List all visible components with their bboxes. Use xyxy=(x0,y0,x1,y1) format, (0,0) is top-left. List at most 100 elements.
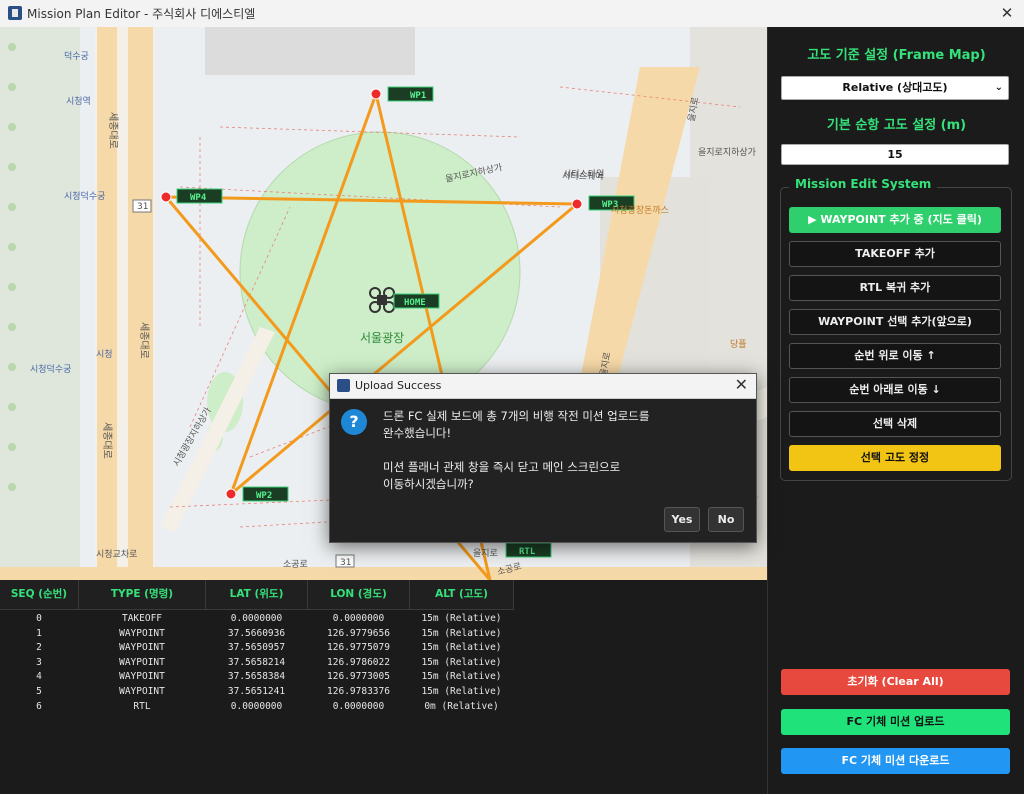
rtl-label: RTL xyxy=(519,547,536,557)
table-cell: WAYPOINT xyxy=(119,686,165,697)
dialog-title: Upload Success xyxy=(355,379,442,392)
table-cell: 6 xyxy=(36,700,42,712)
table-cell: 0.0000000 xyxy=(230,700,283,712)
table-cell: 37.5660936 xyxy=(227,627,286,639)
poi-city-hall-station: 시청역 xyxy=(66,96,91,107)
move-up-button[interactable]: 순번 위로 이동 ↑ xyxy=(789,343,1001,369)
poi-dangple: 당플 xyxy=(730,339,747,350)
cruise-alt-input[interactable]: 15 xyxy=(781,144,1009,165)
table-cell: 2 xyxy=(36,642,42,654)
table-cell: 3 xyxy=(36,656,42,668)
table-cell: 1 xyxy=(36,627,42,639)
road-number-31b: 31 xyxy=(340,558,351,568)
cruise-alt-title: 기본 순항 고도 설정 (m) xyxy=(826,118,967,133)
wp2-label: WP2 xyxy=(256,491,272,501)
road-number-31: 31 xyxy=(137,202,148,212)
table-cell: 15m (Relative) xyxy=(421,613,502,624)
table-row[interactable]: 4 WAYPOINT 37.5658384 126.9773005 15m (Relat… xyxy=(0,671,514,686)
dialog-titlebar: Upload Success ✕ xyxy=(330,374,756,399)
poi-restaurant: 시청광장돈까스 xyxy=(611,204,669,216)
table-cell: 0.0000000 xyxy=(332,700,385,712)
road-label-euljiro-mall-2: 을지로지하상가 xyxy=(698,147,756,158)
table-row[interactable]: 3 WAYPOINT 37.5658214 126.9786022 15m (Relat… xyxy=(0,657,514,672)
upload-success-dialog: Upload Success ✕ ? 드론 FC 실제 보드에 총 7개의 비행… xyxy=(329,373,757,543)
window-title: Mission Plan Editor - 주식회사 디에스티엘 xyxy=(27,7,256,21)
table-cell: WAYPOINT xyxy=(119,671,165,683)
table-cell: WAYPOINT xyxy=(119,656,165,668)
poi-city-style: 시티스타일 xyxy=(563,169,604,180)
table-cell: 15m (Relative) xyxy=(421,671,502,683)
dialog-app-icon xyxy=(337,379,350,392)
col-lat[interactable]: LAT (위도) xyxy=(206,580,308,610)
table-cell: 0.0000000 xyxy=(230,613,283,624)
road-label-sejong-3: 세종대로 xyxy=(101,422,113,459)
table-cell: 4 xyxy=(36,671,42,683)
add-rtl-button[interactable]: RTL 복귀 추가 xyxy=(789,275,1001,301)
table-cell: 126.9775079 xyxy=(327,642,390,654)
road-label-euljiro-3: 을지로 xyxy=(473,548,498,559)
table-cell: 0 xyxy=(36,613,42,624)
table-cell: WAYPOINT xyxy=(119,642,165,654)
insert-waypoint-button[interactable]: WAYPOINT 선택 추가(앞으로) xyxy=(789,309,1001,335)
table-cell: 0m (Relative) xyxy=(424,700,499,712)
alt-ref-title: 고도 기준 설정 (Frame Map) xyxy=(807,48,986,63)
table-row[interactable]: 1 WAYPOINT 37.5660936 126.9779656 15m (Relat… xyxy=(0,628,514,643)
table-cell: 37.5658384 xyxy=(227,671,286,683)
road-label-sogong: 소공로 xyxy=(283,559,308,570)
poi-deoksugung: 덕수궁 xyxy=(64,51,89,62)
table-cell: 15m (Relative) xyxy=(421,642,502,654)
table-cell: 15m (Relative) xyxy=(421,686,502,697)
yes-button[interactable]: Yes xyxy=(664,507,700,532)
table-cell: 126.9786022 xyxy=(327,656,390,668)
home-label: HOME xyxy=(404,298,426,308)
col-alt[interactable]: ALT (고도) xyxy=(410,580,514,610)
delete-selected-button[interactable]: 선택 삭제 xyxy=(789,411,1001,437)
upload-mission-button[interactable]: FC 기체 미션 업로드 xyxy=(781,709,1010,735)
window-titlebar: Mission Plan Editor - 주식회사 디에스티엘 ✕ xyxy=(0,0,1024,28)
wp4-label: WP4 xyxy=(190,193,207,203)
poi-sigongyo: 시청교차로 xyxy=(96,548,137,560)
table-cell: 37.5658214 xyxy=(227,656,286,668)
table-cell: 37.5650957 xyxy=(227,642,286,654)
table-cell: 126.9783376 xyxy=(327,686,390,697)
fix-altitude-button[interactable]: 선택 고도 정정 xyxy=(789,445,1001,471)
table-cell: 126.9773005 xyxy=(327,671,390,683)
dialog-close-icon[interactable]: ✕ xyxy=(735,375,748,394)
mission-table[interactable]: SEQ (순번) TYPE (명령) LAT (위도) LON (경도) ALT… xyxy=(0,580,767,794)
no-button[interactable]: No xyxy=(708,507,744,532)
table-cell: TAKEOFF xyxy=(121,613,163,624)
add-takeoff-button[interactable]: TAKEOFF 추가 xyxy=(789,241,1001,267)
table-cell: WAYPOINT xyxy=(119,627,165,639)
table-row[interactable]: 2 WAYPOINT 37.5650957 126.9775079 15m (Relat… xyxy=(0,642,514,657)
dialog-message: 드론 FC 실제 보드에 총 7개의 비행 작전 미션 업로드를 완수했습니다!… xyxy=(383,409,650,491)
table-row[interactable]: 5 WAYPOINT 37.5651241 126.9783376 15m (Relat… xyxy=(0,686,514,701)
move-down-button[interactable]: 순번 아래로 이동 ↓ xyxy=(789,377,1001,403)
clear-all-button[interactable]: 초기화 (Clear All) xyxy=(781,669,1010,695)
poi-deoksugung-entrance: 시청덕수궁 xyxy=(64,191,105,202)
table-row[interactable]: 6 RTL 0.0000000 0.0000000 0m (Relative) xyxy=(0,701,514,716)
road-label-sejong: 세종대로 xyxy=(107,112,119,149)
mission-edit-title: Mission Edit System xyxy=(789,177,938,191)
col-seq[interactable]: SEQ (순번) xyxy=(0,580,79,610)
add-waypoint-button[interactable]: ▶ WAYPOINT 추가 중 (지도 클릭) xyxy=(789,207,1001,233)
chevron-down-icon: ⌄ xyxy=(994,82,1003,93)
right-panel: 고도 기준 설정 (Frame Map) Relative (상대고도) ⌄ 기… xyxy=(767,27,1024,794)
table-cell: 5 xyxy=(36,686,42,697)
table-cell: 37.5651241 xyxy=(227,686,286,697)
col-type[interactable]: TYPE (명령) xyxy=(79,580,206,610)
download-mission-button[interactable]: FC 기체 미션 다운로드 xyxy=(781,748,1010,774)
table-cell: RTL xyxy=(133,700,151,712)
alt-ref-select[interactable]: Relative (상대고도) ⌄ xyxy=(781,76,1009,100)
table-cell: 126.9779656 xyxy=(327,627,390,639)
col-lon[interactable]: LON (경도) xyxy=(308,580,410,610)
table-cell: 15m (Relative) xyxy=(421,627,502,639)
table-cell: 0.0000000 xyxy=(332,613,385,624)
poi-city-hall: 시청 xyxy=(96,349,113,360)
window-close-button[interactable]: ✕ xyxy=(990,0,1024,27)
place-label: 서울광장 xyxy=(360,331,404,345)
table-row[interactable]: 0 TAKEOFF 0.0000000 0.0000000 15m (Relative) xyxy=(0,613,514,628)
table-header: SEQ (순번) TYPE (명령) LAT (위도) LON (경도) ALT… xyxy=(0,580,514,610)
table-cell: 15m (Relative) xyxy=(421,656,502,668)
poi-deoksugung-2: 시청덕수궁 xyxy=(30,364,71,375)
app-icon xyxy=(8,6,22,20)
